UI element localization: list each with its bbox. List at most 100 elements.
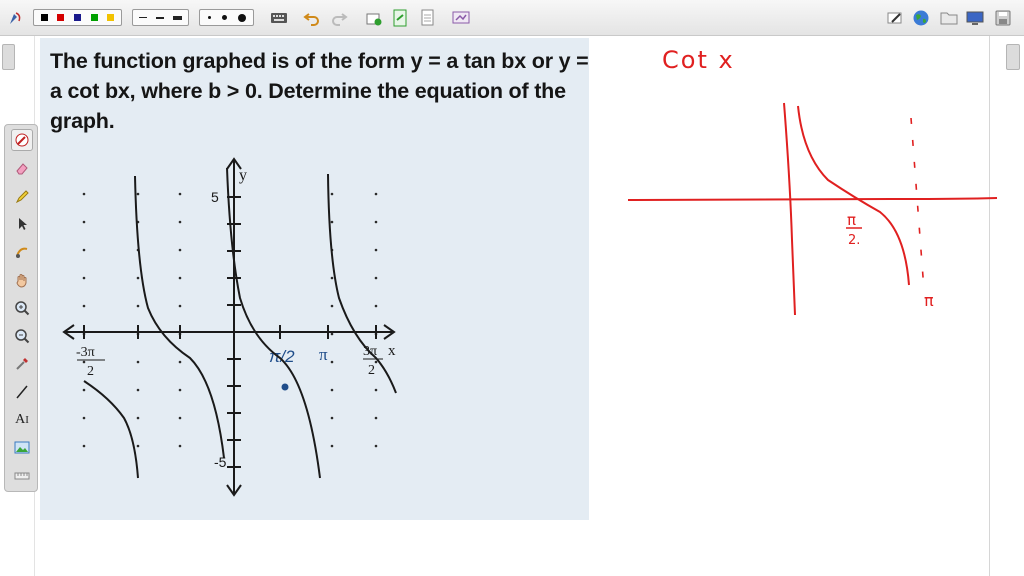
grid-dot: [82, 416, 86, 420]
grid-dot: [82, 220, 86, 224]
grid-dot: [178, 388, 182, 392]
line-medium-button[interactable]: [155, 16, 164, 19]
dot-small-button[interactable]: [207, 16, 211, 19]
x-label-pi-2: π/2: [269, 347, 295, 366]
grid-dot: [82, 248, 86, 252]
keyboard-icon[interactable]: [269, 8, 289, 28]
grid-dot: [330, 192, 334, 196]
new-page-icon[interactable]: [364, 8, 384, 28]
grid-dot: [82, 304, 86, 308]
grid-dot: [136, 444, 140, 448]
grid-dot: [374, 220, 378, 224]
tan-branch: [83, 380, 139, 479]
grid-dot: [374, 416, 378, 420]
grid-dot: [136, 388, 140, 392]
globe-icon[interactable]: [911, 8, 931, 28]
x-label-neg-3pi-2-num: -3π: [76, 345, 95, 360]
line-style-group: [132, 9, 189, 26]
problem-image: The function graphed is of the form y = …: [40, 38, 589, 520]
color-swatch-blue[interactable]: [73, 14, 81, 21]
graph-curves: [83, 167, 397, 479]
redo-icon[interactable]: [329, 8, 349, 28]
color-swatch-black[interactable]: [40, 14, 48, 21]
line-thick-button[interactable]: [172, 15, 182, 20]
grid-dot: [330, 416, 334, 420]
grid-dot: [330, 304, 334, 308]
eraser-icon[interactable]: [11, 157, 33, 179]
screen-capture-icon[interactable]: [451, 8, 471, 28]
sketch-x-axis: [627, 197, 998, 201]
y-tick-label-top: 5: [211, 189, 219, 205]
grid-dot: [330, 220, 334, 224]
grid-dot: [82, 360, 86, 364]
dot-medium-button[interactable]: [221, 15, 227, 20]
sketch-label-pi: π: [924, 291, 934, 310]
grid-dot: [330, 388, 334, 392]
sketch-y-axis: [783, 102, 796, 316]
image-icon[interactable]: [11, 437, 33, 459]
grid-dot: [136, 276, 140, 280]
x-label-3pi-2-den: 2: [368, 363, 375, 378]
zoom-out-icon[interactable]: [11, 325, 33, 347]
grid-dot: [178, 220, 182, 224]
zoom-in-icon[interactable]: [11, 297, 33, 319]
line-thin-button[interactable]: [139, 17, 148, 18]
grid-dot: [82, 388, 86, 392]
tan-branch: [327, 173, 397, 394]
grid-dot: [136, 192, 140, 196]
color-swatch-yellow[interactable]: [107, 14, 115, 21]
tan-branch: [226, 167, 321, 479]
line-icon[interactable]: [11, 381, 33, 403]
shape-icon[interactable]: [11, 241, 33, 263]
undo-icon[interactable]: [302, 8, 322, 28]
save-icon[interactable]: [993, 8, 1013, 28]
highlight-point: [281, 383, 289, 391]
grid-dot: [178, 276, 182, 280]
grid-dot: [330, 360, 334, 364]
grid-dot: [82, 276, 86, 280]
y-axis-label: y: [239, 167, 247, 184]
edit-icon[interactable]: [885, 8, 905, 28]
color-swatch-green[interactable]: [90, 14, 98, 21]
grid-dot: [82, 444, 86, 448]
folder-icon[interactable]: [939, 8, 959, 28]
pen-settings-icon[interactable]: [6, 8, 26, 28]
text-tool-icon[interactable]: AI: [11, 409, 33, 431]
grid-dot: [374, 276, 378, 280]
top-toolbar: [0, 0, 1024, 36]
green-page-icon[interactable]: [390, 8, 410, 28]
color-palette: [33, 9, 122, 26]
laser-pen-icon[interactable]: [11, 129, 33, 151]
grid-dot: [374, 360, 378, 364]
highlighter-icon[interactable]: [11, 185, 33, 207]
left-panel-handle[interactable]: [2, 44, 15, 70]
handwritten-title: Cot x: [662, 46, 735, 74]
x-axis-label: x: [388, 343, 396, 359]
pointer-icon[interactable]: [11, 213, 33, 235]
x-label-pi: π: [319, 345, 328, 364]
grid-dot: [178, 416, 182, 420]
dot-large-button[interactable]: [237, 13, 246, 22]
sketch-asymptote: [910, 117, 925, 291]
dot-size-group: [199, 9, 254, 26]
sketch-cot-curve: [797, 105, 910, 286]
text-tool-label: A: [15, 412, 26, 427]
sketch-label-half-pi-den: 2.: [848, 233, 860, 248]
hand-icon[interactable]: [11, 269, 33, 291]
grid-dot: [374, 304, 378, 308]
grid-dot: [330, 444, 334, 448]
page-icon[interactable]: [417, 8, 437, 28]
grid-dot: [374, 388, 378, 392]
ruler-icon[interactable]: [11, 465, 33, 487]
grid-dot: [330, 276, 334, 280]
color-swatch-red[interactable]: [57, 14, 65, 21]
pipette-icon[interactable]: [11, 353, 33, 375]
tool-palette: AI: [4, 124, 38, 492]
tan-branch: [134, 175, 225, 459]
grid-dot: [178, 360, 182, 364]
monitor-icon[interactable]: [965, 8, 985, 28]
x-label-neg-3pi-2-den: 2: [87, 364, 94, 379]
grid-dot: [178, 248, 182, 252]
right-panel-handle[interactable]: [1006, 44, 1020, 70]
grid-dot: [330, 332, 334, 336]
